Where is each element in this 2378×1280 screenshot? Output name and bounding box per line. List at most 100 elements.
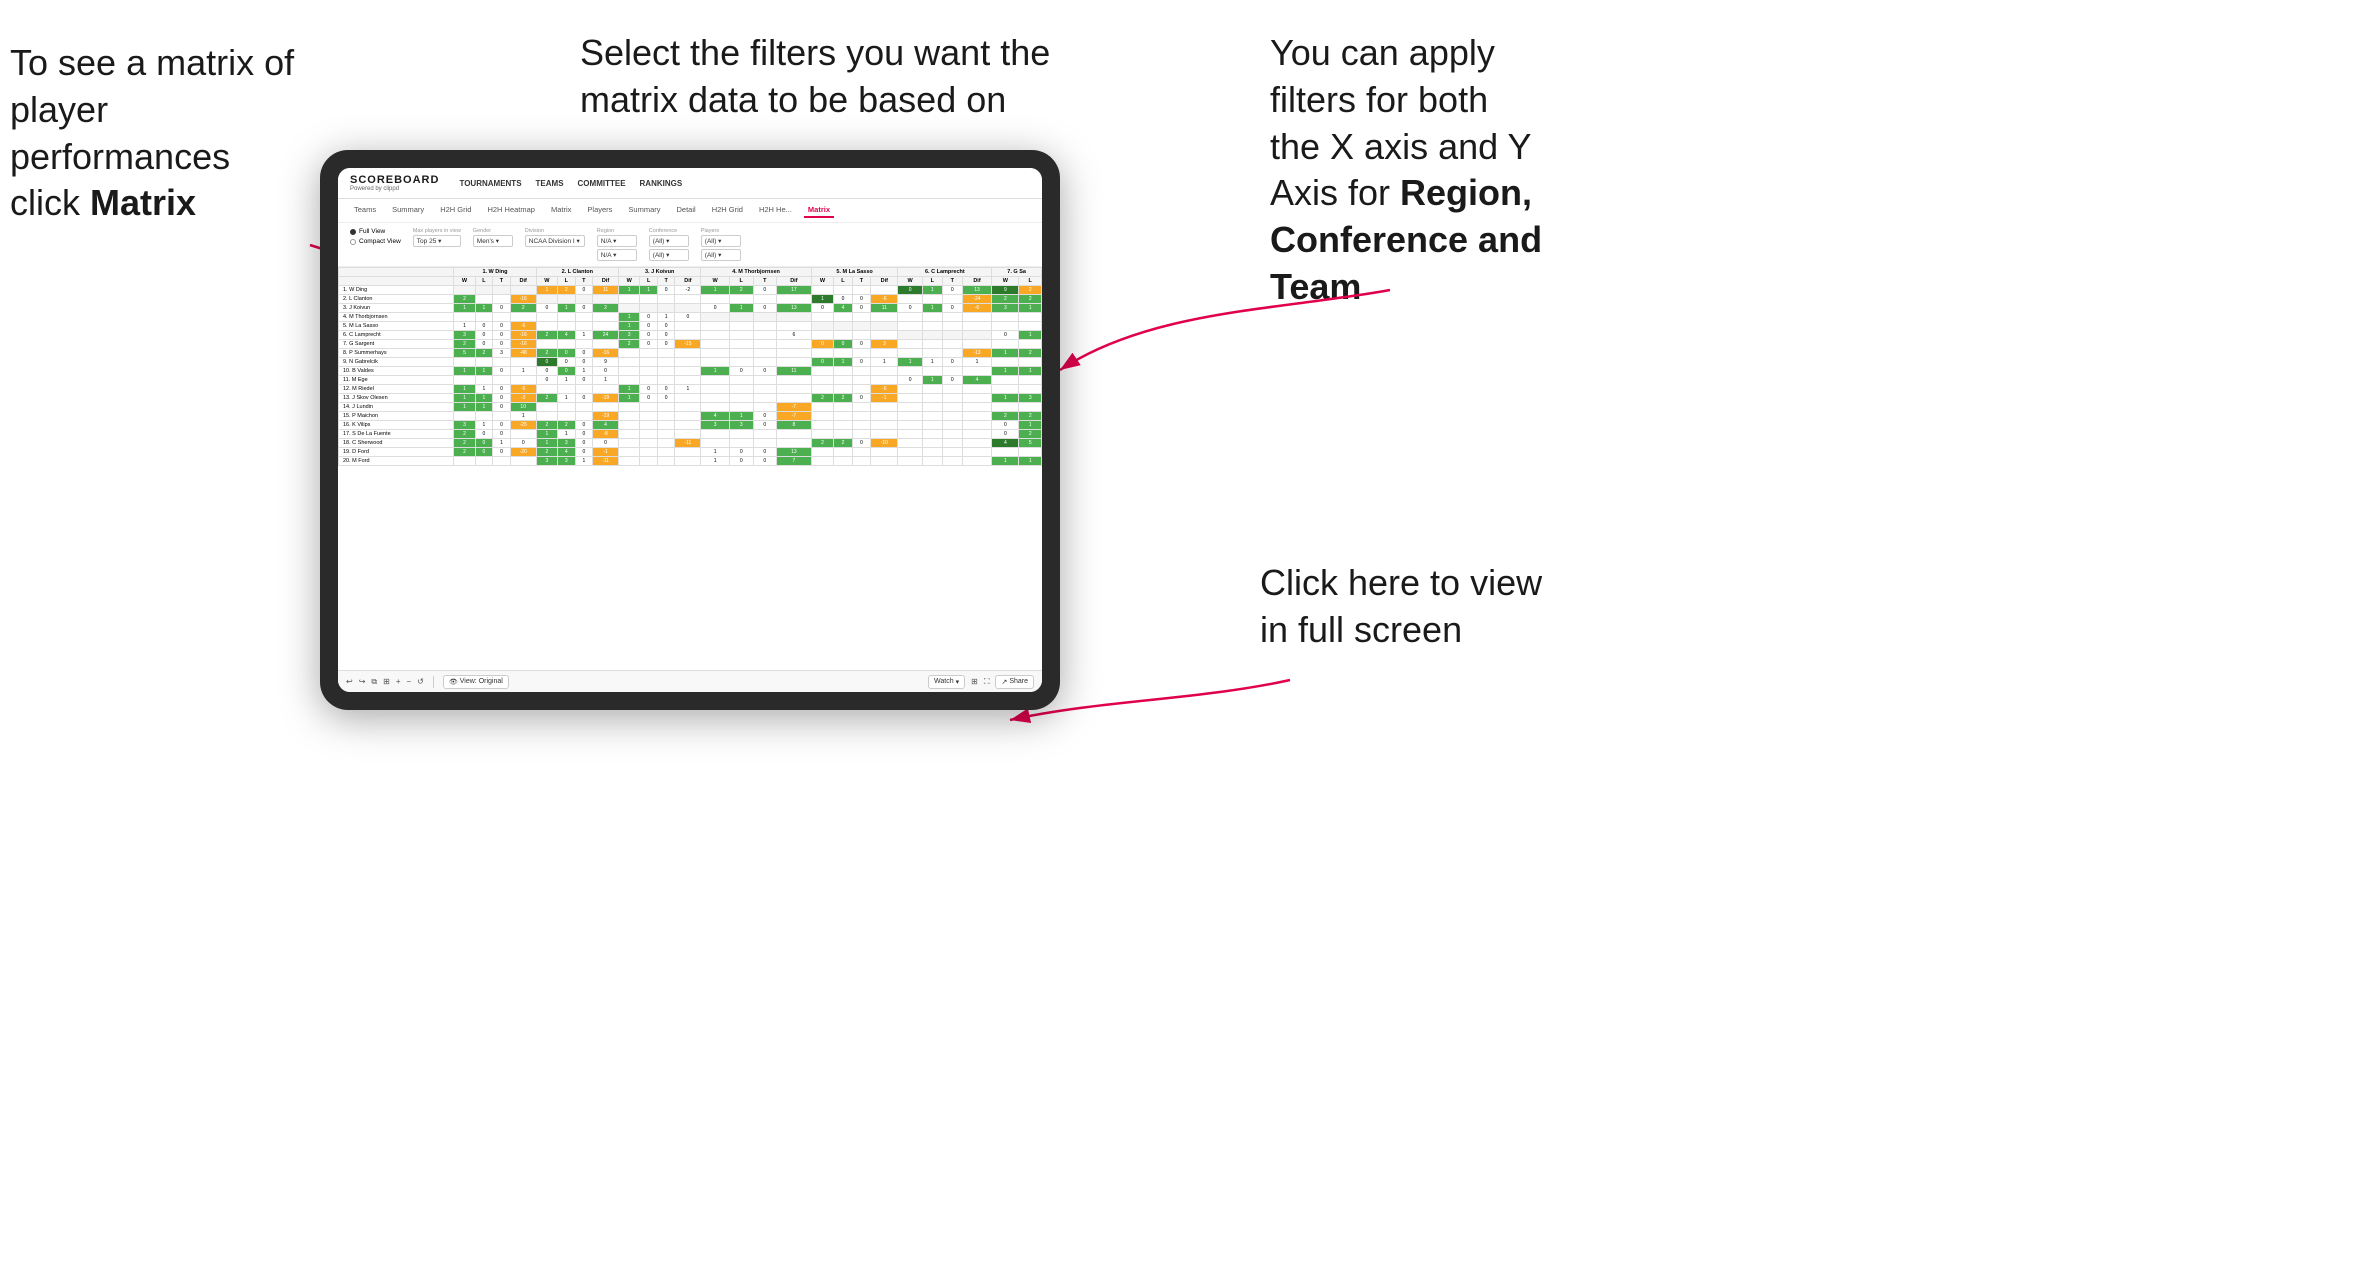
filter-gender: Gender Men's ▾ [473,228,513,247]
table-row: 8. P Summerhays 523-48 200-16 -13 12 [339,349,1042,358]
tab-players[interactable]: Players [583,203,616,218]
player-name-20: 20. M Ford [339,457,454,466]
grid-icon[interactable]: ⊞ [971,677,978,686]
player-name-18: 18. C Sherwood [339,439,454,448]
view-options: Full View Compact View [350,228,401,245]
th-t2: T [575,277,593,286]
player-name-7: 7. G Sargent [339,340,454,349]
nav-teams[interactable]: TEAMS [536,177,564,190]
table-row: 10. B Valdes 1101 0010 10011 11 [339,367,1042,376]
share-button[interactable]: ↗ Share [995,675,1034,689]
annotation-bottom-right: Click here to view in full screen [1260,560,1542,654]
table-row: 7. G Sargent 200-16 200-15 0003 [339,340,1042,349]
th-player-col [339,277,454,286]
filter-conference-label: Conference [649,228,689,234]
filter-conference-select2[interactable]: (All) ▾ [649,249,689,261]
th-d4: Dif [777,277,812,286]
player-name-17: 17. S De La Fuente [339,430,454,439]
th-w5: W [811,277,834,286]
player-name-12: 12. M Riedel [339,385,454,394]
table-row: 16. K Vilips 310-25 2204 3308 01 [339,421,1042,430]
annotation-top-center: Select the filters you want the matrix d… [580,30,1060,124]
filter-division-select[interactable]: NCAA Division I ▾ [525,235,585,247]
filter-division: Division NCAA Division I ▾ [525,228,585,247]
th-l6: L [922,277,942,286]
tab-summary2[interactable]: Summary [624,203,664,218]
app-header: SCOREBOARD Powered by clippd TOURNAMENTS… [338,168,1042,199]
th-d6: Dif [962,277,991,286]
player-name-10: 10. B Valdes [339,367,454,376]
nav-tournaments[interactable]: TOURNAMENTS [459,177,521,190]
th-w6: W [898,277,922,286]
ann-tr-l6: Team [1270,266,1361,307]
th-w2: W [536,277,557,286]
ann-tr-l4p: Axis for [1270,172,1400,213]
tab-h2h-heatmap[interactable]: H2H Heatmap [483,203,539,218]
table-row: 12. M Riedel 110-6 1001 -6 [339,385,1042,394]
player-name-15: 15. P Maichon [339,412,454,421]
nav-rankings[interactable]: RANKINGS [640,177,683,190]
fullscreen-icon[interactable]: ⛶ [984,677,990,687]
table-row: 17. S De La Fuente 200 110-8 02 [339,430,1042,439]
matrix-container[interactable]: 1. W Ding 2. L Clanton 3. J Koivun 4. M … [338,267,1042,681]
player-name-6: 6. C Lamprecht [339,331,454,340]
player-name-9: 9. N Gabrelcik [339,358,454,367]
reset-icon[interactable]: ↺ [417,677,424,686]
zoom-icon[interactable]: ⊞ [383,677,390,686]
nav-items: TOURNAMENTS TEAMS COMMITTEE RANKINGS [459,177,682,190]
filter-conference-select1[interactable]: (All) ▾ [649,235,689,247]
th-t5: T [852,277,870,286]
logo-text: SCOREBOARD [350,174,439,186]
tab-h2h-grid2[interactable]: H2H Grid [708,203,747,218]
ann-tc-text: Select the filters you want the matrix d… [580,32,1050,120]
tab-h2h-he[interactable]: H2H He... [755,203,796,218]
radio-full-view-dot [350,229,356,235]
filter-conference: Conference (All) ▾ (All) ▾ [649,228,689,261]
plus-icon[interactable]: + [396,677,401,686]
player-name-11: 11. M Ege [339,376,454,385]
player-name-14: 14. J Lundin [339,403,454,412]
filter-players-select2[interactable]: (All) ▾ [701,249,741,261]
minus-icon[interactable]: − [407,677,412,686]
watch-button[interactable]: Watch ▾ [928,675,965,689]
th-l1: L [475,277,493,286]
annotation-top-left: To see a matrix of player performances c… [10,40,330,227]
filter-region-select2[interactable]: N/A ▾ [597,249,637,261]
ann-tr-l4b: Region, [1400,172,1532,213]
filter-gender-select[interactable]: Men's ▾ [473,235,513,247]
filter-region-select1[interactable]: N/A ▾ [597,235,637,247]
th-w3: W [618,277,639,286]
view-label: View: Original [460,678,503,685]
tab-matrix[interactable]: Matrix [547,203,575,218]
tab-detail[interactable]: Detail [673,203,700,218]
tab-teams[interactable]: Teams [350,203,380,218]
tab-summary[interactable]: Summary [388,203,428,218]
redo-icon[interactable]: ↪ [359,677,366,686]
player-name-19: 19. D Ford [339,448,454,457]
radio-compact-view-dot [350,239,356,245]
tab-matrix-active[interactable]: Matrix [804,203,834,218]
tab-h2h-grid[interactable]: H2H Grid [436,203,475,218]
table-row: 14. J Lundin 11010 -7 [339,403,1042,412]
filter-players-select1[interactable]: (All) ▾ [701,235,741,247]
radio-compact-view[interactable]: Compact View [350,238,401,245]
radio-full-view[interactable]: Full View [350,228,401,235]
player-name-3: 3. J Koivun [339,304,454,313]
bottom-toolbar: ↩ ↪ ⧉ ⊞ + − ↺ 👁 View: Original Watch ▾ ⊞… [338,670,1042,692]
filter-max-players-select[interactable]: Top 25 ▾ [413,235,461,247]
th-d3: Dif [675,277,701,286]
view-original-button[interactable]: 👁 View: Original [443,675,509,689]
ann-tr-l5: Conference and [1270,219,1542,260]
th-t3: T [657,277,675,286]
copy-icon[interactable]: ⧉ [371,677,377,687]
nav-committee[interactable]: COMMITTEE [578,177,626,190]
sub-tabs-bar: Teams Summary H2H Grid H2H Heatmap Matri… [338,199,1042,223]
th-6-c-lamprecht: 6. C Lamprecht [898,268,992,277]
th-w1: W [454,277,475,286]
table-row: 11. M Ege 0101 0104 [339,376,1042,385]
filter-max-players: Max players in view Top 25 ▾ [413,228,461,247]
undo-icon[interactable]: ↩ [346,677,353,686]
ann-tl-line2: player performances [10,89,230,177]
watch-chevron: ▾ [956,678,960,686]
th-1-w-ding: 1. W Ding [454,268,536,277]
